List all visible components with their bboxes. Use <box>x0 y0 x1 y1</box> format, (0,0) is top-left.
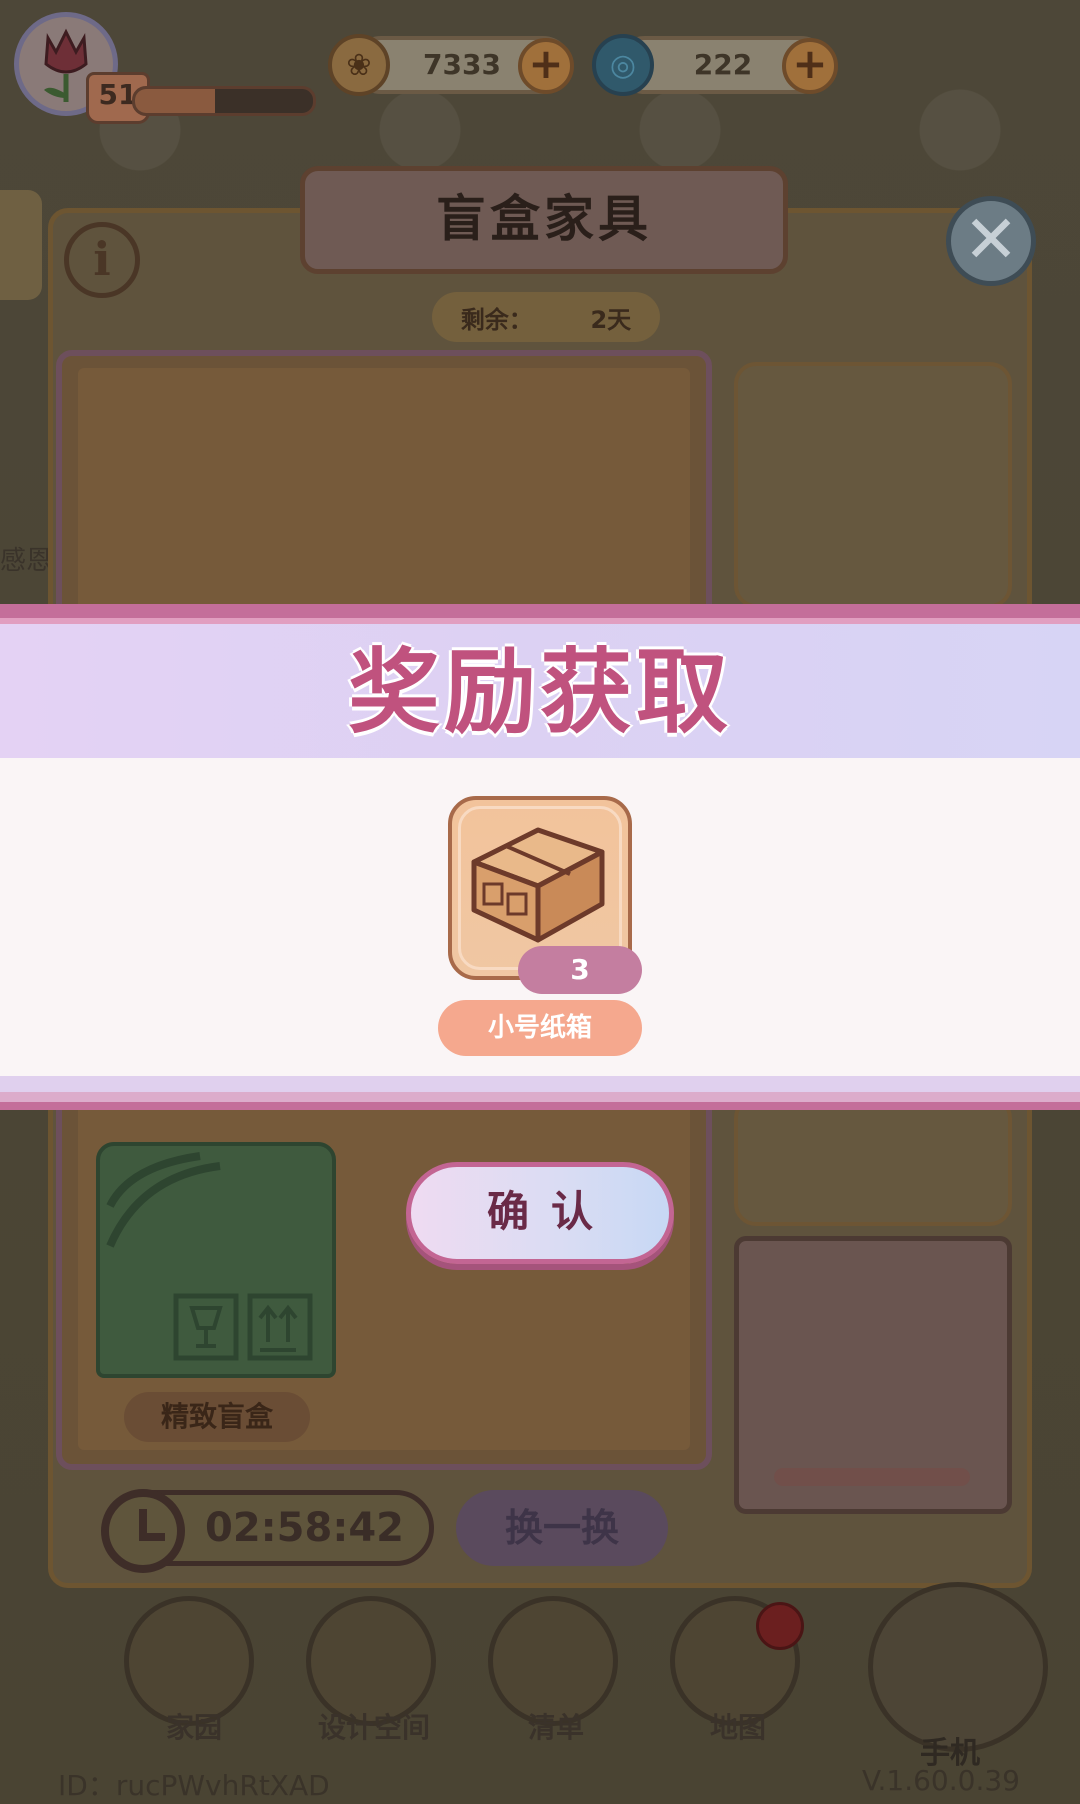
level-progress-fill <box>135 89 216 113</box>
prize-card-middle[interactable] <box>734 1096 1012 1226</box>
fragile-box-icon <box>106 1152 313 1361</box>
exquisite-blindbox[interactable] <box>96 1142 336 1378</box>
exquisite-blindbox-label: 精致盲盒 <box>124 1392 310 1442</box>
nav-list-label: 清单 <box>527 1711 584 1744</box>
remaining-value: 2天 <box>590 305 632 334</box>
close-button[interactable]: ✕ <box>946 196 1036 286</box>
prize-card-bar <box>774 1468 970 1486</box>
reward-item-count: 3 <box>518 946 642 994</box>
level-progress-bar <box>132 86 316 116</box>
remaining-label: 剩余： <box>460 305 533 334</box>
panel-title-board: 盲盒家具 <box>300 166 788 274</box>
refresh-timer: 02:58:42 <box>101 1489 434 1573</box>
side-event-tab[interactable] <box>0 190 42 300</box>
reward-item-name: 小号纸箱 <box>438 1000 642 1056</box>
add-gems-button[interactable]: + <box>782 38 838 94</box>
nav-map-label: 地图 <box>709 1711 766 1744</box>
side-event-label: 感恩 <box>0 546 53 576</box>
prize-card-top[interactable] <box>734 362 1012 608</box>
version-text: V.1.60.0.39 <box>861 1764 1020 1797</box>
player-id: ID：rucPWvhRtXAD <box>58 1769 330 1802</box>
swirl-gem-icon: ◎ <box>592 34 654 96</box>
clock-icon <box>101 1489 185 1573</box>
nav-design-label: 设计空间 <box>317 1711 430 1744</box>
nav-home-label: 家园 <box>165 1711 222 1744</box>
coin-flower-icon: ❀ <box>328 34 390 96</box>
remaining-time-pill: 剩余： 2天 <box>432 292 660 342</box>
reward-banner-footer <box>0 1076 1080 1110</box>
nav-phone-button[interactable] <box>868 1582 1048 1752</box>
info-button[interactable]: i <box>64 222 140 298</box>
timer-value: 02:58:42 <box>205 1505 404 1551</box>
notification-dot <box>756 1602 804 1650</box>
confirm-button[interactable]: 确认 <box>406 1162 674 1264</box>
reward-title: 奖励获取 <box>347 639 732 746</box>
add-coins-button[interactable]: + <box>518 38 574 94</box>
swap-button[interactable]: 换一换 <box>456 1490 668 1566</box>
panel-title: 盲盒家具 <box>436 190 652 248</box>
